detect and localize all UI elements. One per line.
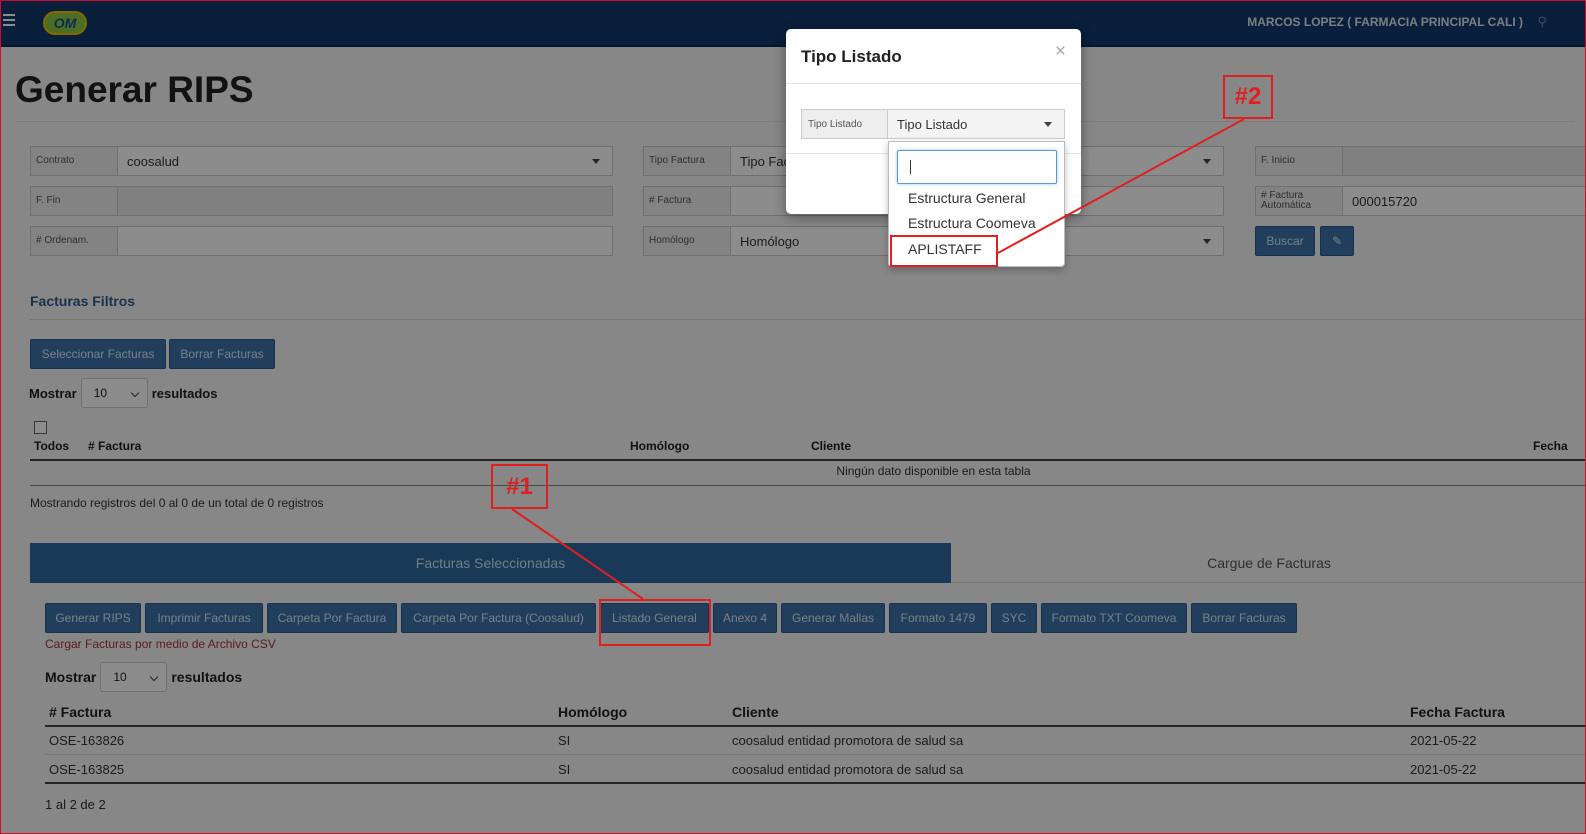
annotation-label-2: #2 [1223,75,1273,119]
annotation-label-1: #1 [491,464,548,509]
option-estructura-coomeva[interactable]: Estructura Coomeva [908,215,1036,231]
tipo-listado-field: Tipo Listado Tipo Listado [801,109,1065,139]
tipo-listado-select[interactable]: Tipo Listado [888,110,1064,138]
dropdown-search-input[interactable] [897,150,1057,184]
tipo-listado-label: Tipo Listado [802,110,888,138]
modal-title: Tipo Listado [801,47,902,66]
app-frame: OM MARCOS LOPEZ ( FARMACIA PRINCIPAL CAL… [0,0,1586,834]
annotation-highlight-aplistaff [890,235,998,267]
close-icon[interactable]: × [1055,41,1066,63]
annotation-highlight-listado-general [599,599,711,646]
caret-down-icon [1044,122,1052,127]
tipo-listado-value: Tipo Listado [897,116,968,132]
option-estructura-general[interactable]: Estructura General [908,190,1026,206]
divider [786,83,1081,84]
